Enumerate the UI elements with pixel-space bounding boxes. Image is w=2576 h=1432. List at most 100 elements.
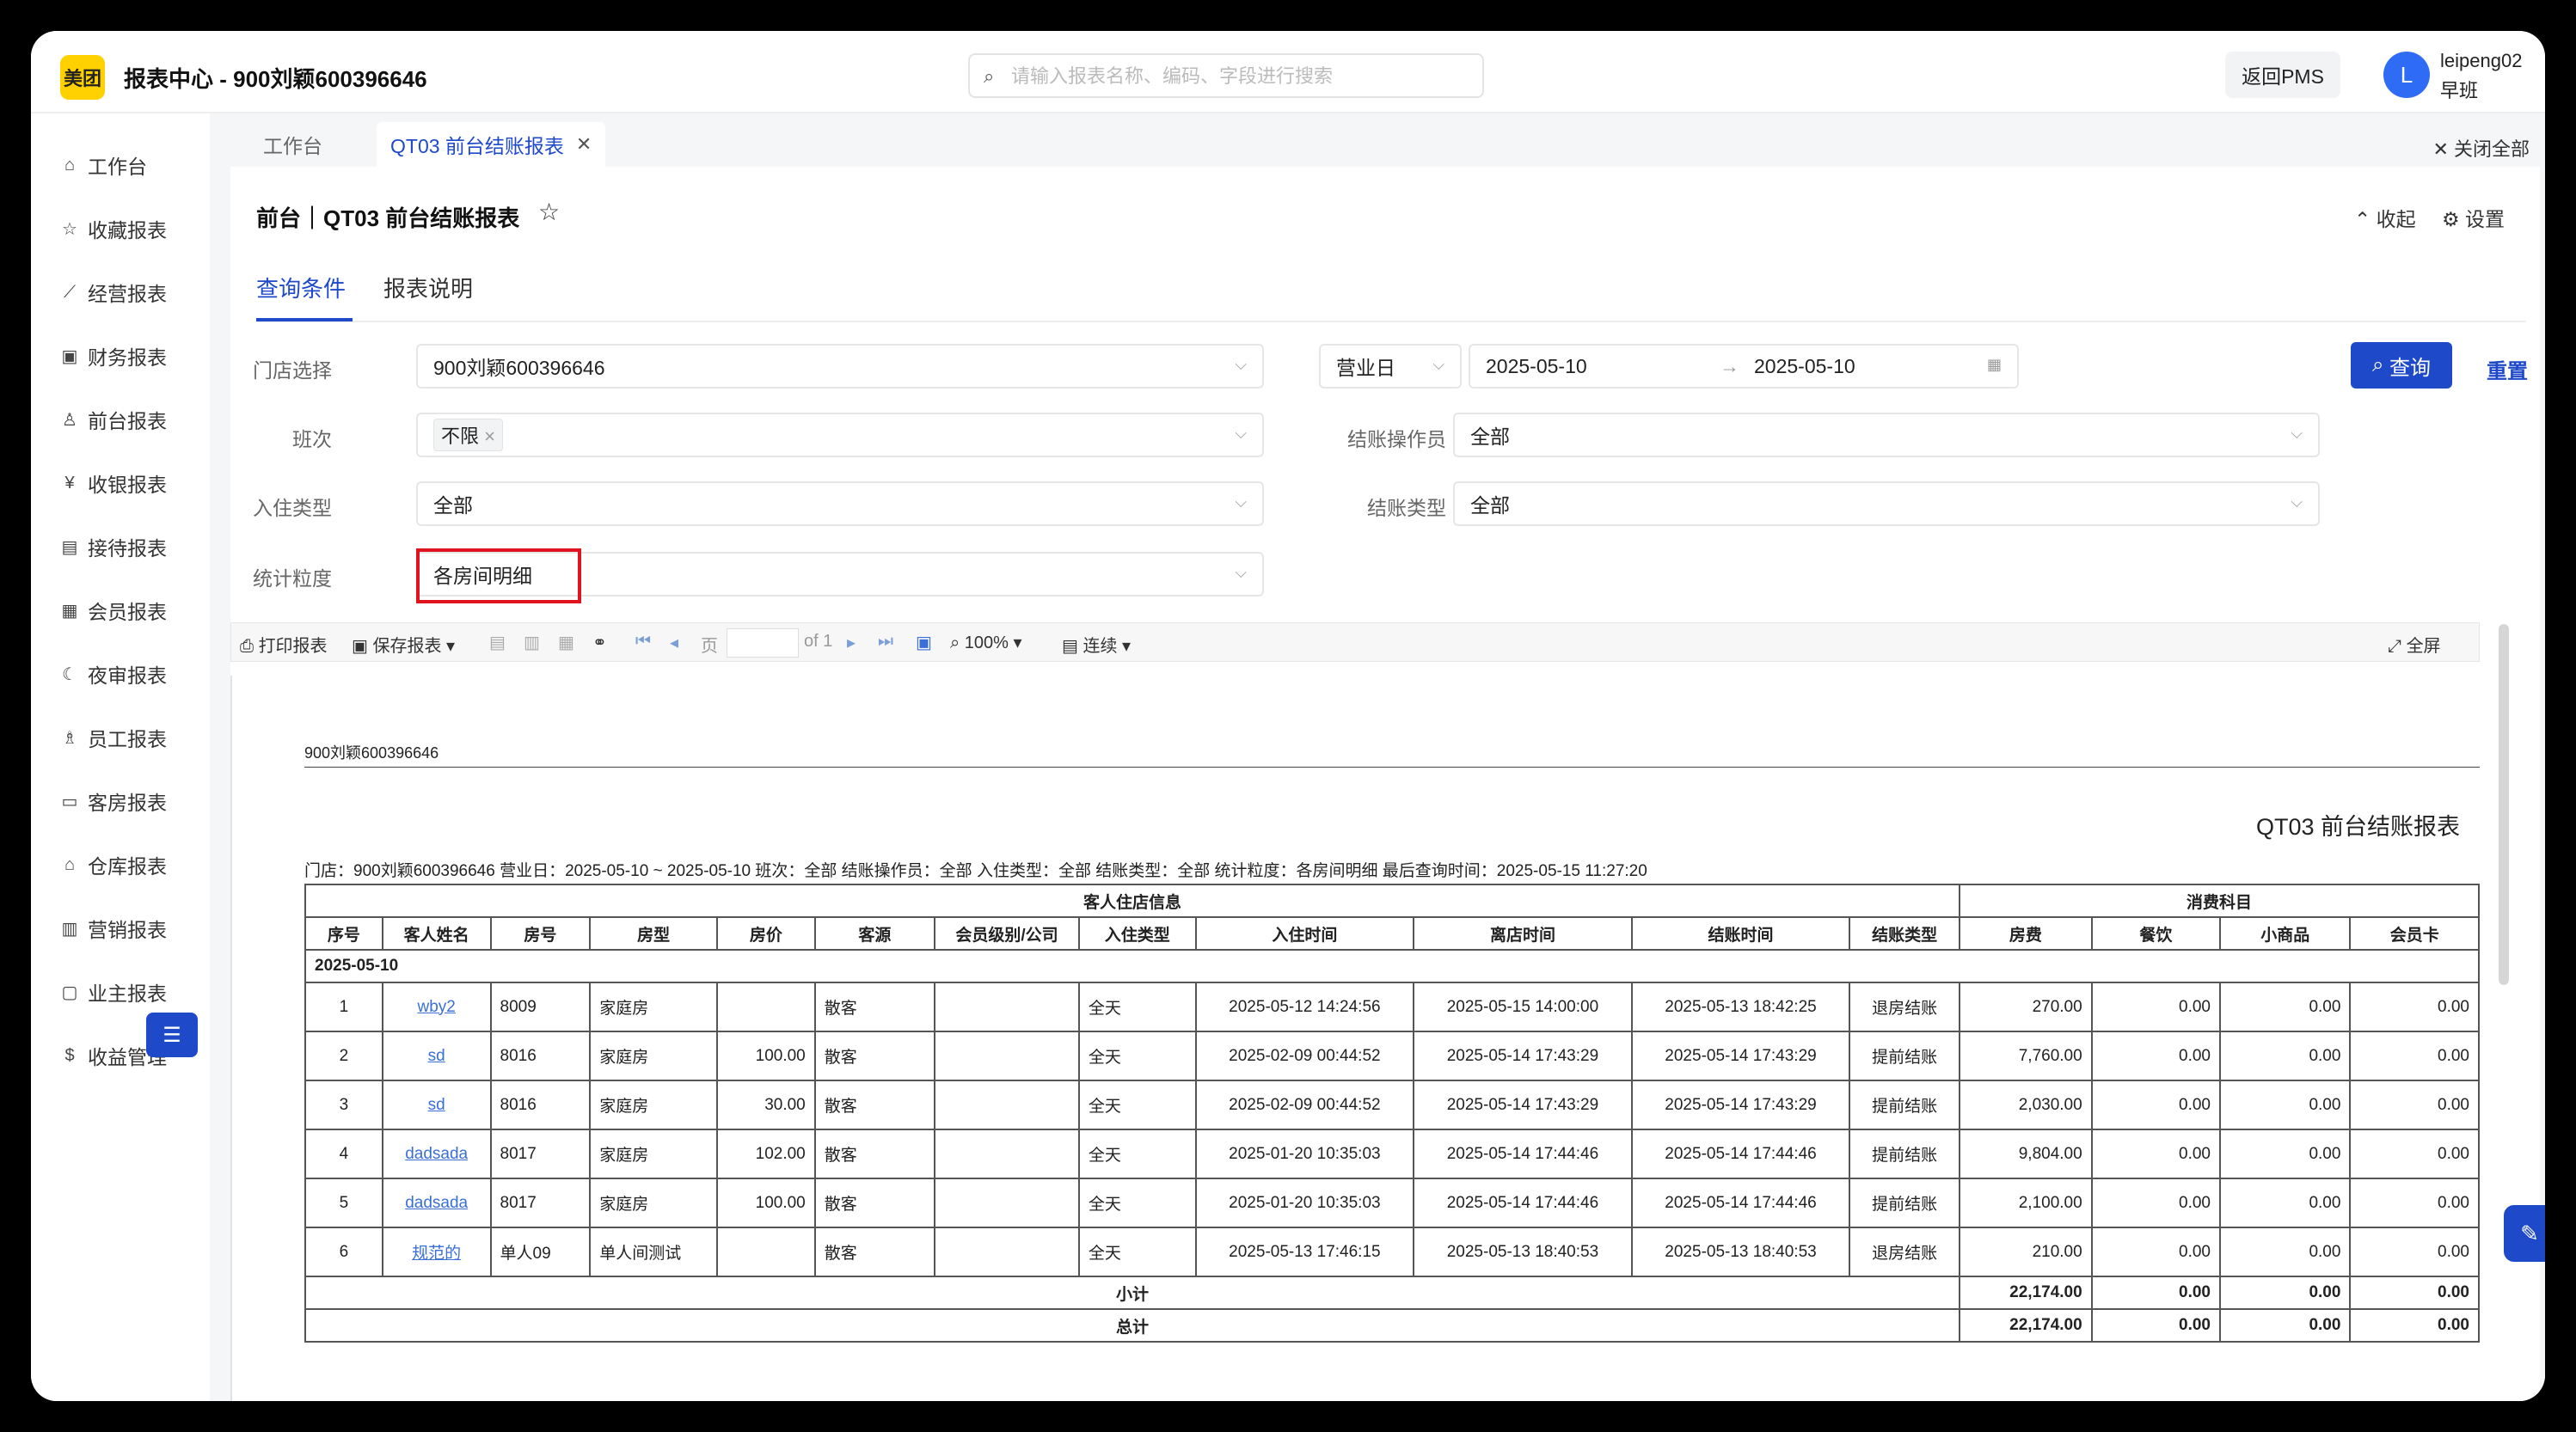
sidebar-item-reception[interactable]: ▤ 接待报表 xyxy=(58,529,167,564)
sidebar-item-owner[interactable]: ▢ 业主报表 xyxy=(58,975,167,1009)
zoom-value: 100% xyxy=(964,633,1009,652)
feedback-float-button[interactable]: ✎ xyxy=(2504,1205,2545,1262)
binoculars-icon[interactable]: ⚭ xyxy=(592,632,607,653)
sidebar-item-night-audit[interactable]: ☾ 夜审报表 xyxy=(58,657,167,691)
search-input[interactable] xyxy=(1011,64,1467,89)
print-button[interactable]: ⎙ 打印报表 xyxy=(240,632,328,657)
sidebar-item-staff[interactable]: ♗ 员工报表 xyxy=(58,720,167,755)
chevron-down-icon: ⌵ xyxy=(1235,425,1247,442)
query-button[interactable]: ⌕ 查询 xyxy=(2351,342,2452,389)
date-end[interactable]: 2025-05-10 xyxy=(1754,355,1855,378)
table-row: 1 wby2 8009 家庭房 散客 全天 2025-05-12 14:24:56 2025-… xyxy=(304,982,2480,1032)
guest-name-link[interactable]: sd xyxy=(428,1047,445,1065)
clipboard-icon[interactable]: ▥ xyxy=(524,632,540,653)
subtotal-card: 0.00 xyxy=(2349,1276,2480,1310)
shift-tag-label: 不限 xyxy=(441,425,480,447)
cell-food: 0.00 xyxy=(2090,1227,2221,1277)
report-table: 客人住店信息 消费科目 序号 客人姓名 房号 房型 房价 客源 会员级别/公司 … xyxy=(304,884,2480,1343)
table-row: 6 规范的 单人09 单人间测试 散客 全天 2025-05-13 17:46:15 2025… xyxy=(304,1227,2480,1277)
sidebar-collapse-button[interactable]: ☰ xyxy=(146,1013,198,1057)
sidebar-item-finance[interactable]: ▣ 财务报表 xyxy=(58,339,167,373)
cell-room-type: 单人间测试 xyxy=(589,1227,719,1277)
checkout-type-select[interactable]: 全部 ⌵ xyxy=(1453,481,2320,526)
shift-tag[interactable]: 不限 × xyxy=(433,419,503,451)
table-row: 5 dadsada 8017 家庭房 100.00 散客 全天 2025-01-20 10:3… xyxy=(304,1178,2480,1228)
cell-card: 0.00 xyxy=(2349,1227,2480,1277)
moon-icon: ☾ xyxy=(62,664,77,684)
sidebar-item-member[interactable]: ▦ 会员报表 xyxy=(58,593,167,627)
checkin-type-select[interactable]: 全部 ⌵ xyxy=(416,481,1264,526)
col-header: 会员级别/公司 xyxy=(934,916,1080,951)
sidebar-item-rooms[interactable]: ▭ 客房报表 xyxy=(58,784,167,818)
reset-button[interactable]: 重置 xyxy=(2487,354,2528,384)
page-number-input[interactable] xyxy=(727,628,799,658)
copy-icon[interactable]: ▦ xyxy=(558,632,574,653)
sidebar-item-marketing[interactable]: ▥ 营销报表 xyxy=(58,911,167,945)
tab-report-description[interactable]: 报表说明 xyxy=(383,272,473,303)
prev-page-icon[interactable]: ◂ xyxy=(670,632,678,653)
tab-workbench[interactable]: 工作台 xyxy=(249,122,336,167)
cell-room-fee: 7,760.00 xyxy=(1959,1031,2093,1081)
return-pms-button[interactable]: 返回PMS xyxy=(2225,52,2340,98)
checkout-type-label: 结账类型 xyxy=(1367,497,1446,519)
fit-page-icon[interactable]: ▣ xyxy=(916,632,932,653)
cell-in: 2025-02-09 00:44:52 xyxy=(1194,1031,1415,1081)
guest-name-link[interactable]: sd xyxy=(428,1096,445,1114)
fullscreen-button[interactable]: ⤢ 全屏 xyxy=(2388,632,2441,657)
doc-icon[interactable]: ▤ xyxy=(489,632,506,653)
member-icon: ▦ xyxy=(61,601,78,621)
save-report-button[interactable]: ▣ 保存报表 ▾ xyxy=(352,632,455,657)
tab-qt03[interactable]: QT03 前台结账报表 ✕ xyxy=(377,122,606,167)
vertical-scrollbar[interactable] xyxy=(2499,624,2509,985)
cell-food: 0.00 xyxy=(2090,1129,2221,1179)
guest-name-link[interactable]: dadsada xyxy=(405,1145,468,1163)
cell-room-fee: 270.00 xyxy=(1959,982,2093,1032)
date-type-select[interactable]: 营业日 ⌵ xyxy=(1319,344,1462,389)
guest-name-link[interactable]: dadsada xyxy=(405,1194,468,1212)
zoom-select[interactable]: ⌕ 100% ▾ xyxy=(950,632,1022,653)
search-box[interactable]: ⌕ xyxy=(968,53,1484,98)
tab-query-conditions[interactable]: 查询条件 xyxy=(256,272,346,303)
view-mode-select[interactable]: ▤ 连续 ▾ xyxy=(1062,632,1131,657)
cell-room-fee: 2,100.00 xyxy=(1959,1178,2093,1228)
sidebar-item-frontdesk[interactable]: ♙ 前台报表 xyxy=(58,402,167,437)
sidebar-item-favorites[interactable]: ☆ 收藏报表 xyxy=(58,211,167,246)
col-header: 结账时间 xyxy=(1630,916,1851,951)
operator-select[interactable]: 全部 ⌵ xyxy=(1453,413,2320,457)
sidebar-item-cashier[interactable]: ¥ 收银报表 xyxy=(58,466,167,500)
collapse-icon: ⌃ xyxy=(2354,208,2377,230)
store-select[interactable]: 900刘颖600396646 ⌵ xyxy=(416,344,1264,389)
sidebar-item-warehouse[interactable]: ⌂ 仓库报表 xyxy=(58,848,167,882)
cell-in: 2025-01-20 10:35:03 xyxy=(1194,1178,1415,1228)
col-header: 房型 xyxy=(589,916,719,951)
guest-name-link[interactable]: 规范的 xyxy=(412,1245,461,1263)
next-page-icon[interactable]: ▸ xyxy=(847,632,856,653)
tag-close-icon[interactable]: × xyxy=(484,425,495,447)
room-icon: ▭ xyxy=(61,792,78,811)
first-page-icon[interactable]: ⏮ xyxy=(635,632,651,652)
sidebar-item-business[interactable]: ⟋ 经营报表 xyxy=(58,275,167,309)
guest-name-link[interactable]: wby2 xyxy=(417,998,455,1016)
cell-goods: 0.00 xyxy=(2218,1129,2352,1179)
user-name[interactable]: leipeng02 xyxy=(2440,50,2522,72)
shift-select[interactable]: 不限 × ⌵ xyxy=(416,413,1264,457)
cell-room-type: 家庭房 xyxy=(589,1178,719,1228)
cell-room: 8017 xyxy=(489,1178,592,1228)
close-icon[interactable]: ✕ xyxy=(576,133,592,156)
page-title: 前台｜QT03 前台结账报表 xyxy=(256,205,520,231)
favorite-star-icon[interactable]: ☆ xyxy=(538,198,560,226)
cell-settle-type: 提前结账 xyxy=(1849,1178,1961,1228)
date-range-picker[interactable]: 2025-05-10 → 2025-05-10 ▦ xyxy=(1469,344,2019,389)
view-mode-value: 连续 xyxy=(1083,637,1118,656)
collapse-button[interactable]: ⌃ 收起 xyxy=(2354,203,2416,232)
sidebar-item-workbench[interactable]: ⌂ 工作台 xyxy=(58,148,147,182)
avatar[interactable]: L xyxy=(2383,52,2430,98)
close-all-button[interactable]: ✕ 关闭全部 xyxy=(2432,134,2530,162)
settings-button[interactable]: ⚙ 设置 xyxy=(2442,203,2505,232)
chevron-down-icon: ⌵ xyxy=(2291,493,2303,511)
date-start[interactable]: 2025-05-10 xyxy=(1486,355,1587,378)
cell-food: 0.00 xyxy=(2090,1178,2221,1228)
page-icon: ▤ xyxy=(1062,637,1083,656)
cell-source: 散客 xyxy=(813,1129,936,1179)
last-page-icon[interactable]: ⏭ xyxy=(878,632,893,652)
